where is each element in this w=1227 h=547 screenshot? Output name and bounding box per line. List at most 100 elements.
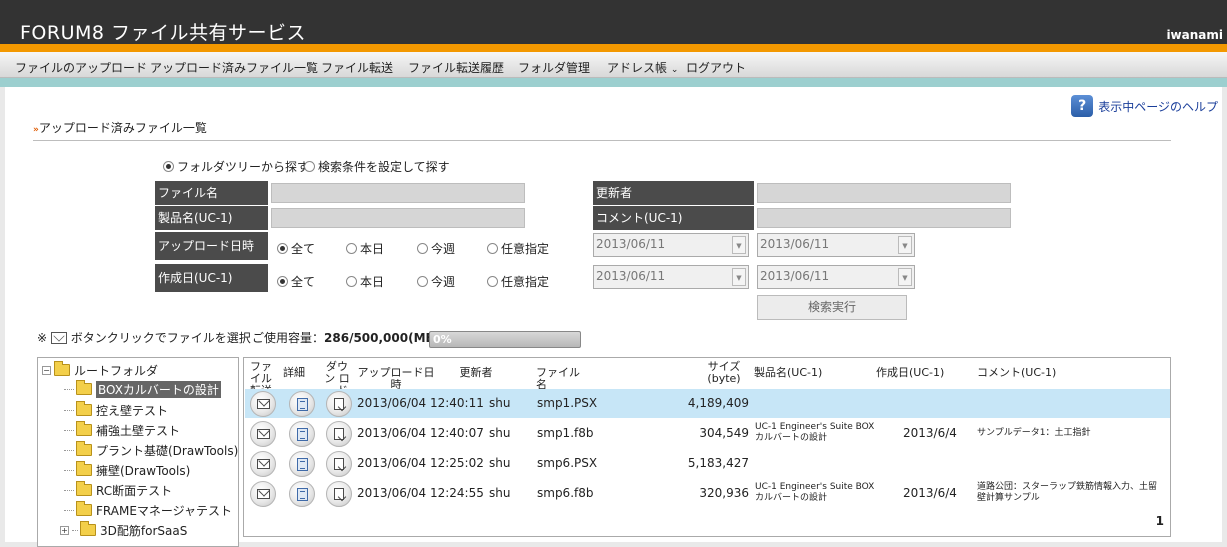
menu-uploaded-list[interactable]: アップロード済みファイル一覧 [150,59,318,76]
created-date-to[interactable]: 2013/06/11 ▼ [757,265,915,289]
option-label: 任意指定 [501,242,550,256]
user-name[interactable]: iwanami [1166,28,1223,42]
help-link[interactable]: ? 表示中ページのヘルプ [1071,95,1218,117]
transfer-button[interactable] [250,481,276,507]
folder-icon [54,361,70,376]
collapse-icon[interactable]: − [42,365,51,375]
folder-icon [76,401,92,416]
cell-size: 304,549 [699,426,749,440]
tree-root[interactable]: − ルートフォルダ [42,360,158,380]
tree-item-box-culvert[interactable]: BOXカルバートの設計 [64,379,221,399]
upload-date-custom[interactable]: 任意指定 [487,240,549,257]
page-title-text: アップロード済みファイル一覧 [38,121,207,135]
folder-icon [76,441,92,456]
download-button[interactable] [326,421,352,447]
search-button[interactable]: 検索実行 [757,295,907,320]
comment-label: コメント(UC-1) [593,206,754,230]
download-button[interactable] [326,451,352,477]
upload-date-today[interactable]: 本日 [346,240,384,257]
mode-folder-tree-label: フォルダツリーから探す [177,160,310,174]
table-row[interactable]: 2013/06/04 12:25:02 shu smp6.PSX 5,183,4… [245,449,1170,478]
tree-connector [64,388,74,390]
divider-bar [0,78,1227,87]
comment-field[interactable] [757,208,1011,228]
tree-item-frame-manager[interactable]: FRAMEマネージャテスト [64,500,232,520]
download-button[interactable] [326,481,352,507]
download-icon [334,488,344,500]
file-name-label: ファイル名 [155,181,268,205]
transfer-button[interactable] [250,451,276,477]
mode-folder-tree[interactable]: フォルダツリーから探す [163,158,309,175]
tree-connector [64,509,74,511]
folder-icon [76,501,92,516]
selection-hint-text: ボタンクリックでファイルを選択 [70,331,251,345]
envelope-icon [50,332,67,344]
chevron-down-icon[interactable]: ▼ [732,236,746,254]
upload-date-label: アップロード日時 [155,232,268,260]
menu-transfer-history[interactable]: ファイル転送履歴 [408,59,504,76]
cell-product: UC-1 Engineer's Suite BOXカルバートの設計 [755,422,875,443]
tree-item-reinforced-soil-wall[interactable]: 補強土壁テスト [64,420,180,440]
created-date-custom[interactable]: 任意指定 [487,273,549,290]
tree-label: FRAMEマネージャテスト [96,503,233,518]
usage-info: ご使用容量：286/500,000(MB) [252,329,440,346]
menu-address-book[interactable]: アドレス帳 ⌄ [607,59,678,76]
option-label: 今週 [431,242,456,256]
accent-strip [0,44,1227,52]
download-button[interactable] [326,391,352,417]
tree-label: RC断面テスト [96,483,173,498]
cell-uploaded: 2013/06/04 12:25:02 [357,456,484,470]
menu-upload[interactable]: ファイルのアップロード [15,59,147,76]
detail-button[interactable] [289,421,315,447]
upload-date-from[interactable]: 2013/06/11 ▼ [593,233,749,257]
transfer-button[interactable] [250,421,276,447]
usage-progress-text: 0% [433,333,452,346]
cell-comment [977,392,1157,416]
detail-button[interactable] [289,391,315,417]
table-row[interactable]: 2013/06/04 12:24:55 shu smp6.f8b 320,936… [245,479,1170,508]
created-date-from[interactable]: 2013/06/11 ▼ [593,265,749,289]
chevron-down-icon[interactable]: ▼ [898,268,912,286]
tree-connector [64,409,74,411]
cell-updater: shu [489,426,511,440]
created-date-all[interactable]: 全て [277,273,315,290]
tree-label: 擁壁(DrawTools) [96,463,191,478]
tree-item-buttress-wall[interactable]: 控え壁テスト [64,400,168,420]
radio-selected-icon [277,243,288,254]
tree-item-3d-rebar[interactable]: +3D配筋forSaaS [60,520,187,540]
document-icon [297,458,308,471]
upload-date-all[interactable]: 全て [277,240,315,257]
cell-updater: shu [489,396,511,410]
expand-icon[interactable]: + [60,525,69,535]
product-field[interactable] [271,208,525,228]
table-row[interactable]: 2013/06/04 12:40:11 shu smp1.PSX 4,189,4… [245,389,1170,418]
file-name-field[interactable] [271,183,525,203]
header-size: サイズ (byte) [707,360,741,385]
upload-date-to[interactable]: 2013/06/11 ▼ [757,233,915,257]
created-date-week[interactable]: 今週 [417,273,455,290]
upload-date-week[interactable]: 今週 [417,240,455,257]
updater-field[interactable] [757,183,1011,203]
menu-transfer[interactable]: ファイル転送 [321,59,393,76]
folder-tree: − ルートフォルダ BOXカルバートの設計 控え壁テスト 補強土壁テスト プラント… [37,357,239,547]
header-file: ファイル名 [536,366,580,391]
menu-logout[interactable]: ログアウト [686,59,746,76]
menu-folder-manage[interactable]: フォルダ管理 [518,59,590,76]
transfer-button[interactable] [250,391,276,417]
tree-label: プラント基礎(DrawTools) [96,443,239,458]
chevron-down-icon[interactable]: ▼ [898,236,912,254]
page-number[interactable]: 1 [1156,514,1164,528]
detail-button[interactable] [289,481,315,507]
cell-product [755,392,875,416]
tree-label: 3D配筋forSaaS [100,523,188,538]
mode-search-conditions[interactable]: 検索条件を設定して探す [304,158,450,175]
mode-search-conditions-label: 検索条件を設定して探す [318,160,450,174]
tree-item-rc-section[interactable]: RC断面テスト [64,480,172,500]
table-row[interactable]: 2013/06/04 12:40:07 shu smp1.f8b 304,549… [245,419,1170,448]
detail-button[interactable] [289,451,315,477]
cell-file: smp6.f8b [537,486,594,500]
tree-item-plant-foundation[interactable]: プラント基礎(DrawTools) [64,440,238,460]
tree-item-retaining-wall[interactable]: 擁壁(DrawTools) [64,460,190,480]
chevron-down-icon[interactable]: ▼ [732,268,746,286]
created-date-today[interactable]: 本日 [346,273,384,290]
